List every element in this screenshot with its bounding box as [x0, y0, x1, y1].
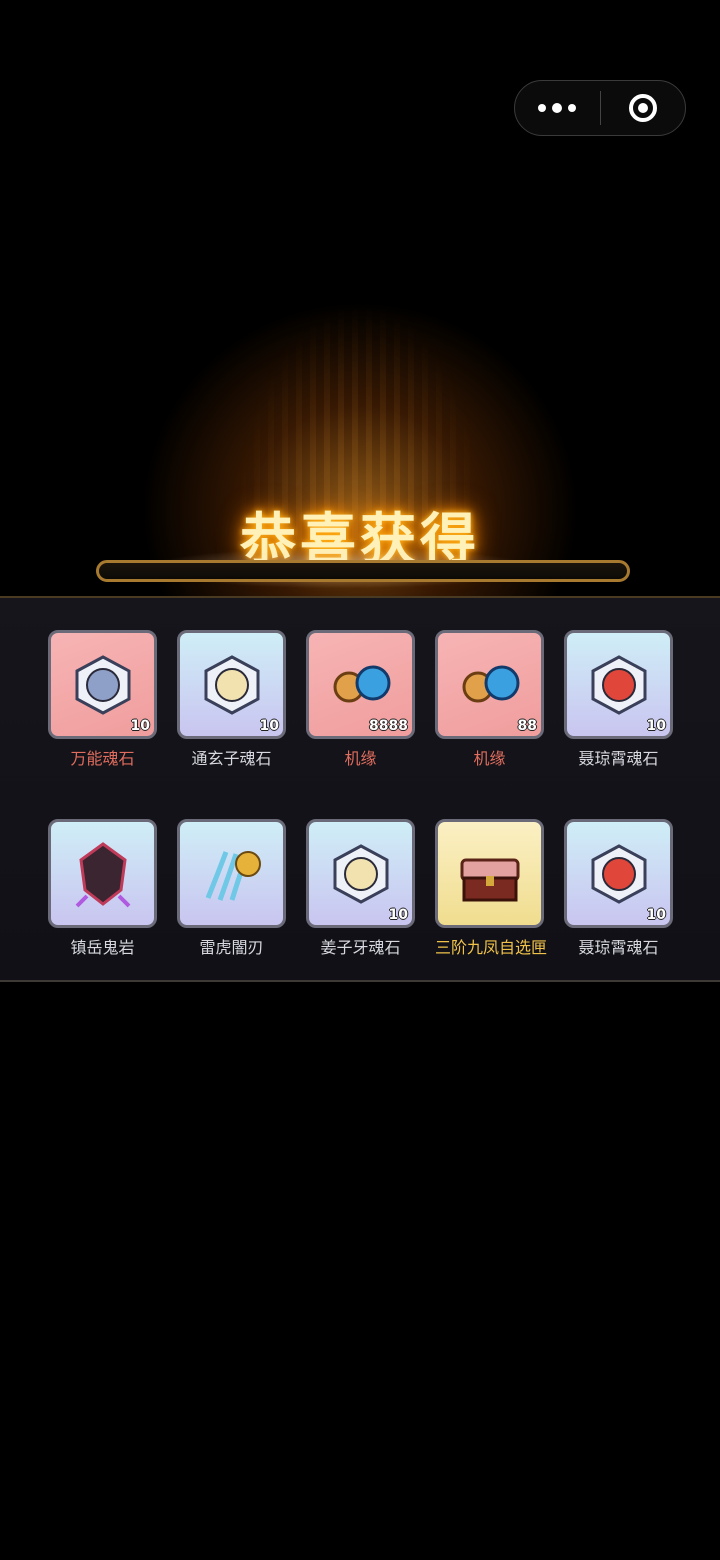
- fortune-cloud-icon: [333, 665, 390, 702]
- reward-count: 8888: [369, 718, 408, 734]
- target-close-icon: [628, 94, 657, 122]
- jiangziya-soul-stone-icon: [333, 843, 388, 904]
- more-dots-icon: [538, 103, 577, 113]
- nie-qiongxiao-soul-stone-icon: [591, 843, 646, 904]
- reward-card[interactable]: [48, 819, 157, 928]
- reward-name: 姜子牙魂石: [320, 938, 401, 957]
- more-button[interactable]: [515, 80, 600, 136]
- reward-count: 10: [130, 718, 150, 734]
- reward-name: 聂琼霄魂石: [578, 938, 659, 957]
- reward-item[interactable]: 雷虎闇刃: [177, 819, 286, 958]
- reward-item[interactable]: 10 万能魂石: [48, 630, 157, 769]
- reward-item[interactable]: 10 聂琼霄魂石: [564, 819, 673, 958]
- demon-rock-icon: [75, 841, 130, 907]
- reward-card[interactable]: 10: [306, 819, 415, 928]
- fortune-cloud-icon: [462, 665, 519, 702]
- reward-card[interactable]: 10: [177, 630, 286, 739]
- reward-name: 镇岳鬼岩: [70, 938, 135, 957]
- reward-item[interactable]: 10 姜子牙魂石: [306, 819, 415, 958]
- reward-card[interactable]: 88: [435, 630, 544, 739]
- rewards-row: 镇岳鬼岩 雷虎闇刃 10 姜子牙魂石 三阶九凤自选匣 10 聂琼霄魂石: [48, 819, 673, 958]
- reward-name: 聂琼霄魂石: [578, 749, 659, 768]
- reward-name: 机缘: [473, 749, 506, 768]
- reward-item[interactable]: 三阶九凤自选匣: [435, 819, 548, 958]
- reward-name: 雷虎闇刃: [199, 938, 264, 957]
- reward-name: 万能魂石: [70, 749, 135, 768]
- reward-card[interactable]: 10: [48, 630, 157, 739]
- universal-soul-stone-icon: [75, 654, 130, 715]
- mini-program-capsule: [514, 80, 686, 136]
- reward-card[interactable]: 10: [564, 819, 673, 928]
- reward-item[interactable]: 8888 机缘: [306, 630, 415, 769]
- tongxuanzi-soul-stone-icon: [204, 654, 259, 715]
- reward-name: 机缘: [344, 749, 377, 768]
- close-button[interactable]: [601, 80, 686, 136]
- tiger-claw-blade-icon: [205, 850, 261, 901]
- reward-item[interactable]: 10 通玄子魂石: [177, 630, 286, 769]
- treasure-chest-icon: [460, 858, 519, 901]
- reward-count: 10: [646, 718, 666, 734]
- reward-count: 10: [646, 907, 666, 923]
- reward-count: 10: [259, 718, 279, 734]
- reward-count: 10: [388, 907, 408, 923]
- rewards-panel[interactable]: 10 万能魂石 10 通玄子魂石 8888 机缘 88 机缘 10 聂琼霄魂石 镇岳鬼岩 雷虎闇刃 1…: [0, 596, 720, 982]
- reward-card[interactable]: 8888: [306, 630, 415, 739]
- reward-card[interactable]: [177, 819, 286, 928]
- rewards-grid: 10 万能魂石 10 通玄子魂石 8888 机缘 88 机缘 10 聂琼霄魂石 镇岳鬼岩 雷虎闇刃 1…: [48, 630, 673, 980]
- nie-qiongxiao-soul-stone-icon: [591, 654, 646, 715]
- banner-frame: [96, 560, 630, 582]
- reward-name: 三阶九凤自选匣: [435, 938, 548, 957]
- reward-card[interactable]: [435, 819, 544, 928]
- rewards-row: 10 万能魂石 10 通玄子魂石 8888 机缘 88 机缘 10 聂琼霄魂石: [48, 630, 673, 769]
- reward-item[interactable]: 88 机缘: [435, 630, 544, 769]
- reward-item[interactable]: 镇岳鬼岩: [48, 819, 157, 958]
- reward-count: 88: [517, 718, 537, 734]
- reward-item[interactable]: 10 聂琼霄魂石: [564, 630, 673, 769]
- reward-card[interactable]: 10: [564, 630, 673, 739]
- reward-name: 通玄子魂石: [191, 749, 272, 768]
